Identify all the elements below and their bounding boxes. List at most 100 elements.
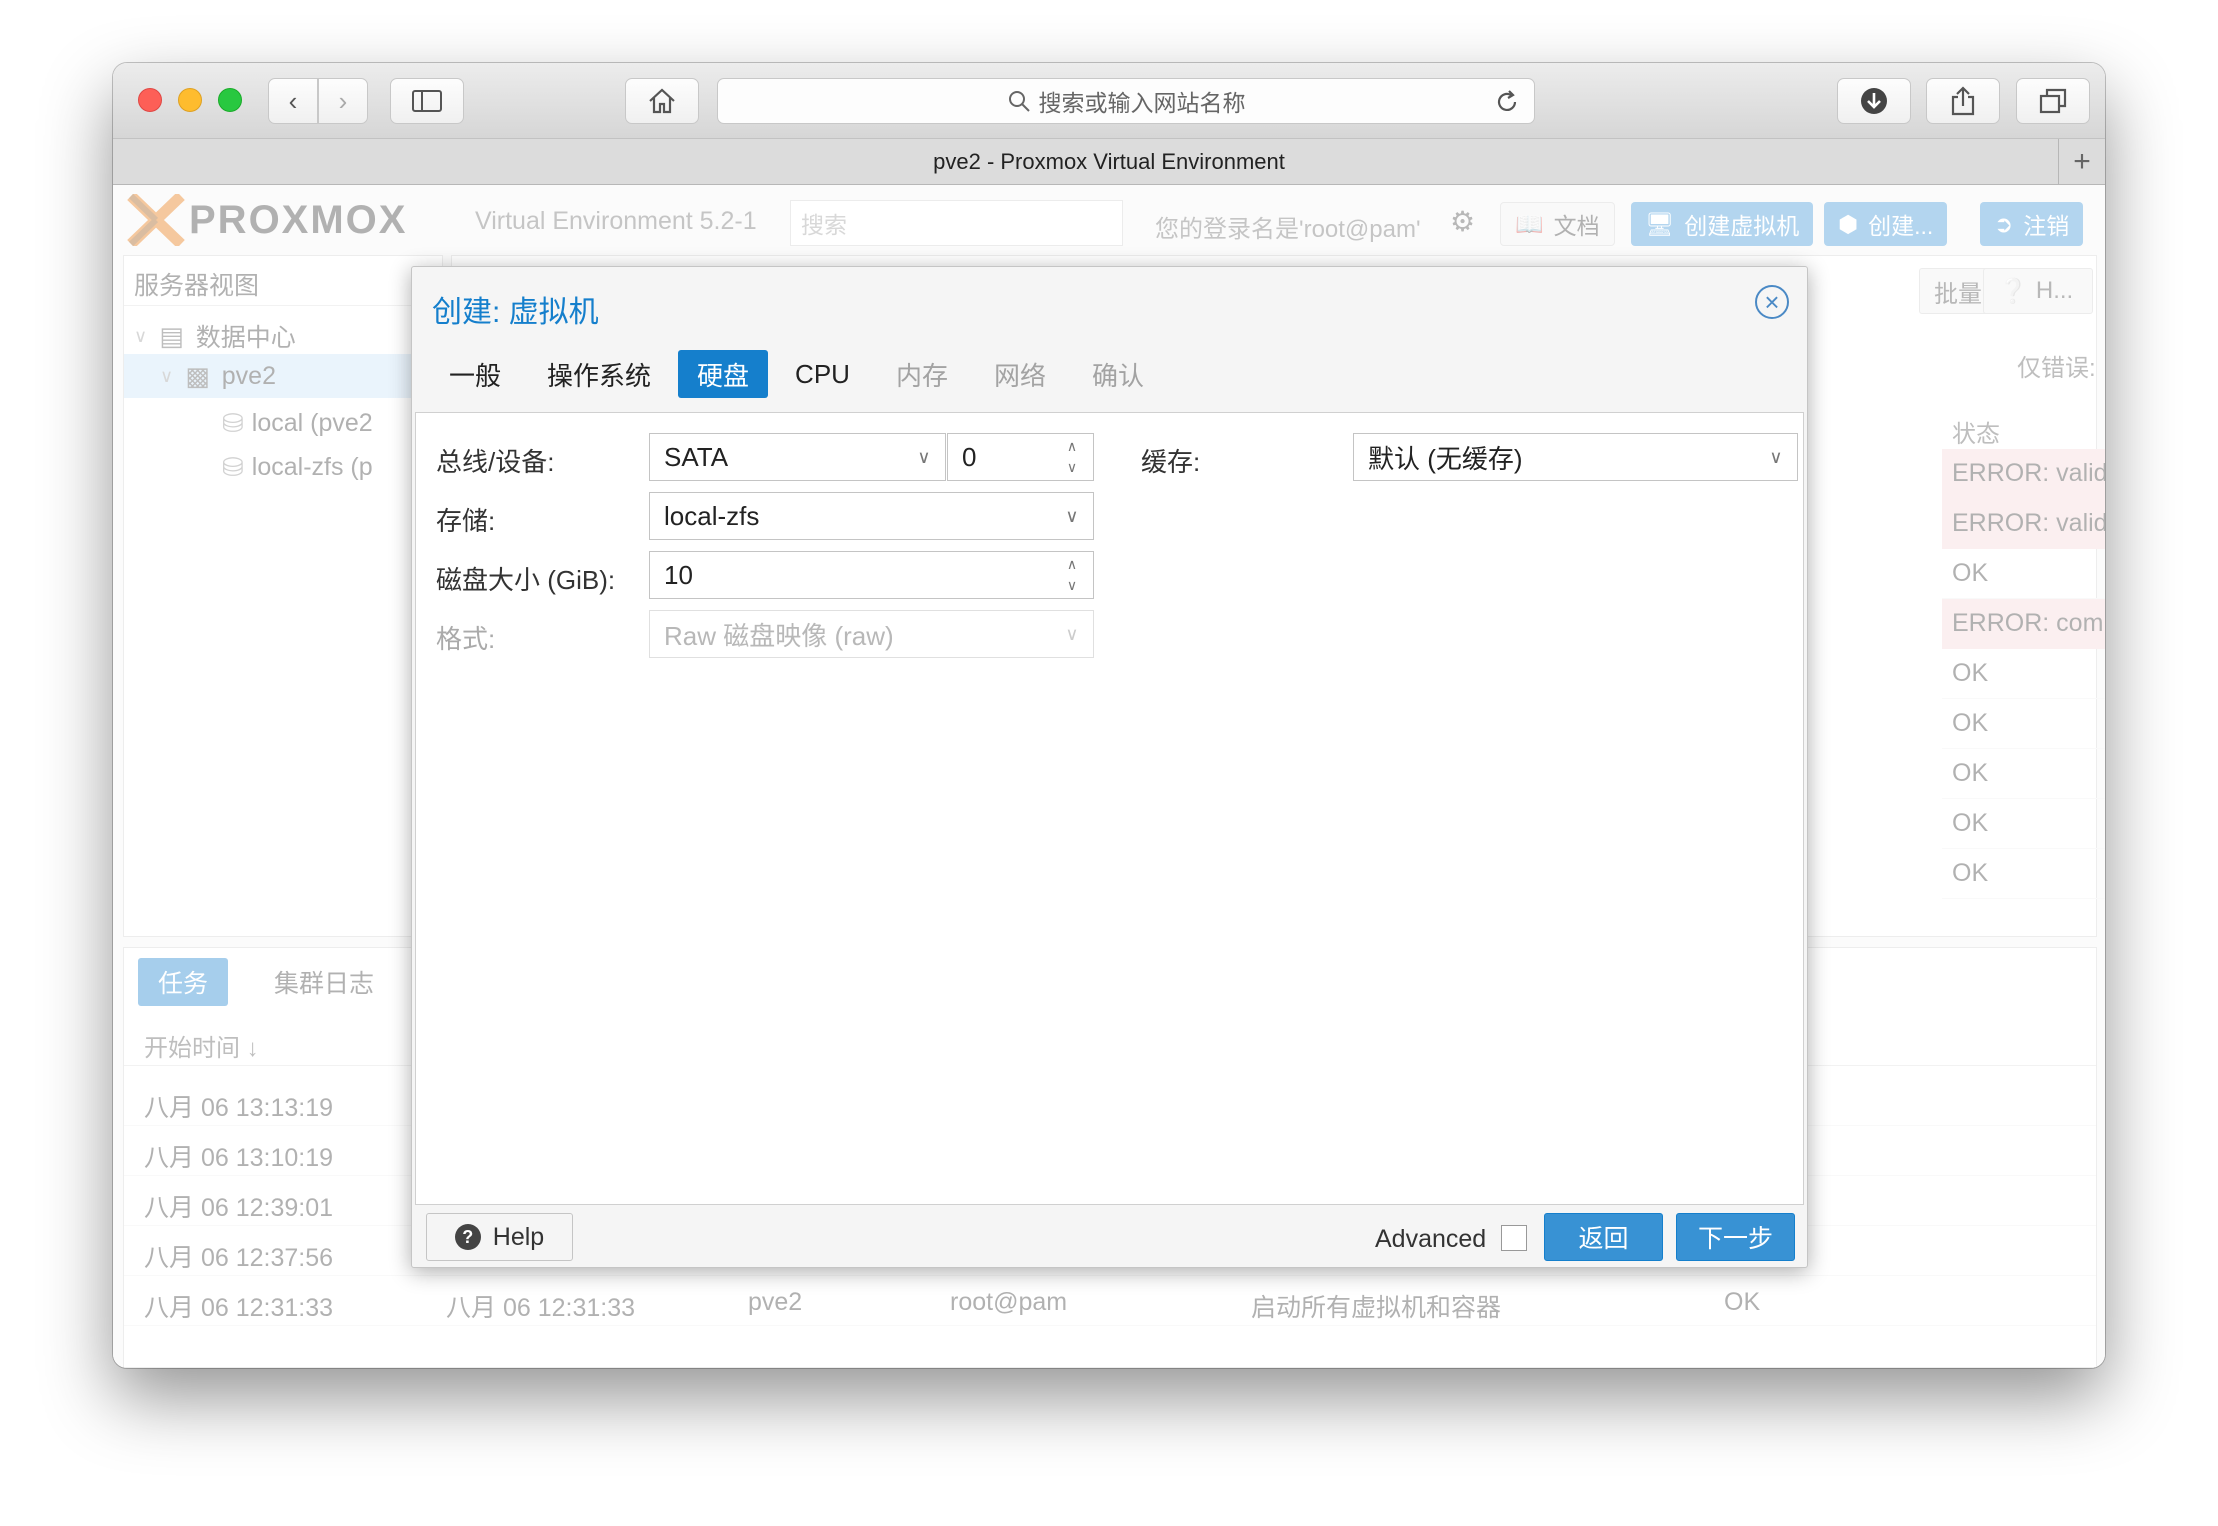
wizard-tabs: 一般 操作系统 硬盘 CPU 内存 网络 确认 (430, 350, 1171, 398)
back-button-dialog[interactable]: 返回 (1544, 1213, 1663, 1261)
tree-item-storage-local[interactable]: ⛁ local (pve2 (222, 408, 373, 439)
start-cell: 八月 06 13:13:19 (144, 1094, 334, 1122)
list-item[interactable]: ERROR: validating chal (1942, 499, 2105, 549)
view-selector[interactable]: 服务器视图 (124, 256, 442, 306)
download-button[interactable] (1837, 78, 1911, 124)
help-button[interactable]: ? Help (426, 1213, 573, 1261)
tab-label: CPU (795, 358, 850, 389)
database-icon: ⛁ (222, 452, 244, 482)
advanced-checkbox[interactable] (1501, 1225, 1527, 1251)
global-search-input[interactable]: 搜索 (790, 200, 1123, 246)
list-item[interactable]: OK (1942, 649, 2105, 699)
next-button[interactable]: 下一步 (1676, 1213, 1795, 1261)
tab-label: 网络 (993, 360, 1046, 391)
new-tab-button[interactable]: + (2058, 139, 2105, 185)
spinner-arrows-icon[interactable]: ∧ ∨ (1061, 556, 1083, 594)
tab-os[interactable]: 操作系统 (528, 350, 670, 398)
tab-confirm[interactable]: 确认 (1073, 350, 1163, 398)
tab-cluster-label: 集群日志 (274, 970, 375, 998)
tree-item-storage-zfs[interactable]: ⛁ local-zfs (p (222, 452, 373, 483)
server-rack-icon: ▤ (159, 320, 184, 351)
browser-toolbar: ‹ › 搜索或输入网站名称 (113, 63, 2105, 139)
home-button[interactable] (625, 78, 699, 124)
bus-select[interactable]: SATA ∨ (649, 433, 946, 481)
storage-select[interactable]: local-zfs ∨ (649, 492, 1094, 540)
tab-tasks[interactable]: 任务 (138, 958, 229, 1006)
list-item[interactable]: OK (1942, 549, 2105, 599)
share-button[interactable] (1926, 78, 2000, 124)
browser-tab[interactable]: pve2 - Proxmox Virtual Environment + (113, 139, 2105, 185)
chevron-down-icon: ∨ (1065, 505, 1079, 526)
status-cell: OK (1952, 659, 1989, 687)
view-label: 服务器视图 (134, 272, 260, 300)
create-ct-button[interactable]: ⬢ 创建... (1824, 202, 1948, 246)
url-bar[interactable]: 搜索或输入网站名称 (717, 78, 1535, 124)
chevron-down-icon: ∨ (1769, 446, 1783, 467)
storage-value: local-zfs (664, 500, 760, 531)
sidebar-icon (412, 90, 442, 112)
sidebar-button[interactable] (390, 78, 464, 124)
desc-cell: 启动所有虚拟机和容器 (1251, 1294, 1502, 1322)
format-value: Raw 磁盘映像 (raw) (664, 620, 894, 651)
help-button-top[interactable]: ❔ H... (1983, 268, 2093, 314)
create-vm-button[interactable]: 🖥 创建虚拟机 (1631, 202, 1814, 246)
list-item[interactable]: ERROR: command '/usr (1942, 599, 2105, 649)
disk-size-field[interactable]: 10 ∧ ∨ (649, 551, 1094, 599)
storage1-label: local (pve2 (251, 409, 373, 437)
share-icon (1951, 86, 1975, 116)
list-item[interactable]: OK (1942, 749, 2105, 799)
tabs-button[interactable] (2016, 78, 2090, 124)
list-item[interactable]: OK (1942, 849, 2105, 899)
logo-text: PROXMOX (189, 197, 408, 242)
proxmox-x-icon (127, 194, 185, 246)
tree-item-datacenter[interactable]: ∨ ▤ 数据中心 (134, 318, 296, 354)
close-window-button[interactable] (138, 88, 162, 112)
tab-general[interactable]: 一般 (430, 350, 520, 398)
docs-button[interactable]: 📖 文档 (1500, 202, 1615, 246)
url-placeholder: 搜索或输入网站名称 (1038, 90, 1246, 116)
spinner-arrows-icon[interactable]: ∧ ∨ (1061, 438, 1083, 476)
close-dialog-button[interactable]: × (1755, 285, 1789, 319)
tree-item-node[interactable]: ∨ ▩ pve2 (124, 354, 442, 398)
tab-label: 确认 (1091, 360, 1144, 391)
status-cell: ERROR: command '/usr (1952, 609, 2105, 637)
user-cell: root@pam (950, 1288, 1068, 1316)
tab-title: pve2 - Proxmox Virtual Environment (933, 148, 1285, 174)
proxmox-logo: PROXMOX (127, 194, 408, 246)
book-icon: 📖 (1515, 210, 1544, 237)
home-icon (649, 88, 675, 114)
back-button[interactable]: ‹ (268, 78, 318, 124)
minimize-window-button[interactable] (178, 88, 202, 112)
status-cell: OK (1724, 1288, 1761, 1316)
tab-memory[interactable]: 内存 (877, 350, 967, 398)
tab-cluster-log[interactable]: 集群日志 (254, 958, 394, 1006)
chevron-down-icon: ∨ (1065, 623, 1079, 644)
table-row[interactable]: 八月 06 12:31:33 八月 06 12:31:33 pve2 root@… (124, 1276, 2096, 1326)
forward-button[interactable]: › (318, 78, 368, 124)
status-cell: ERROR: validating chal (1952, 459, 2105, 487)
disk-form: 总线/设备: SATA ∨ 0 ∧ ∨ 存储: local-zfs ∨ 磁盘大小 … (415, 412, 1804, 1205)
tab-network[interactable]: 网络 (975, 350, 1065, 398)
gear-icon[interactable]: ⚙ (1450, 205, 1475, 238)
datacenter-label: 数据中心 (195, 324, 296, 352)
device-number-field[interactable]: 0 ∧ ∨ (947, 433, 1094, 481)
list-item[interactable]: OK (1942, 799, 2105, 849)
logout-label: 注销 (2023, 213, 2070, 239)
end-cell: 八月 06 12:31:33 (446, 1294, 636, 1322)
cache-select[interactable]: 默认 (无缓存) ∨ (1353, 433, 1798, 481)
tab-label: 一般 (449, 360, 502, 391)
list-item[interactable]: OK (1942, 699, 2105, 749)
list-item[interactable]: ERROR: validating chal (1942, 449, 2105, 499)
search-icon (1008, 91, 1030, 112)
logout-button[interactable]: ➲ 注销 (1980, 202, 2084, 246)
node-label: pve2 (221, 361, 276, 390)
plus-icon: + (2073, 145, 2091, 178)
zoom-window-button[interactable] (218, 88, 242, 112)
tab-hard-disk[interactable]: 硬盘 (678, 350, 769, 398)
create-ct-label: 创建... (1868, 213, 1934, 239)
errors-only-label: 仅错误: (2017, 355, 2096, 382)
tab-cpu[interactable]: CPU (776, 350, 869, 398)
reload-icon[interactable] (1494, 89, 1520, 115)
question-circle-icon: ? (454, 1224, 481, 1250)
start-cell: 八月 06 12:39:01 (144, 1194, 334, 1222)
